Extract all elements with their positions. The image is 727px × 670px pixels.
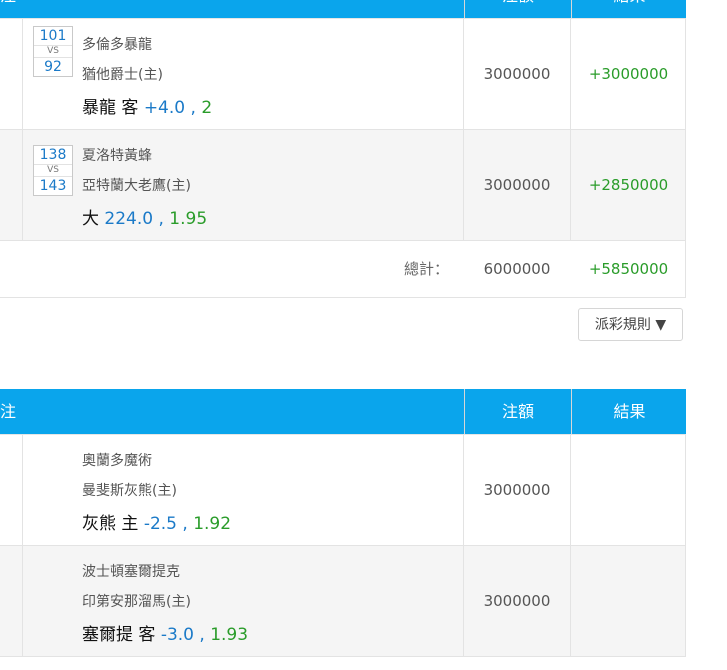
table-row: 波士頓塞爾提克 印第安那溜馬(主) 塞爾提 客 -3.0 , 1.93 3000… — [0, 546, 686, 657]
pick-line: -2.5 — [143, 514, 177, 534]
pick-odds: 1.93 — [210, 625, 249, 645]
table-row: 138 VS 143 夏洛特黃蜂 亞特蘭大老鷹(主) 大 224.0 , 1.9… — [0, 130, 686, 241]
pick-sep: , — [193, 625, 211, 645]
payout-rules-button[interactable]: 派彩規則 ▼ — [578, 308, 683, 341]
bets-table-settled: 注 注額 結果 101 VS 92 多倫多暴龍 猶他爵士(主) 暴龍 客 +4.… — [0, 0, 686, 298]
pick-label: 灰熊 主 — [82, 514, 139, 534]
pick-label: 大 — [82, 209, 99, 229]
home-team: 曼斐斯灰熊(主) — [82, 483, 177, 499]
header-amount: 注額 — [464, 0, 571, 18]
vs-label: VS — [34, 164, 72, 177]
bet-result — [571, 435, 686, 545]
pick-sep: , — [185, 98, 202, 118]
table-header: 投注 注額 結果 — [0, 389, 686, 435]
total-result: +5850000 — [588, 260, 669, 278]
game-number-bottom: 92 — [44, 59, 62, 75]
bet-result: +2850000 — [588, 176, 669, 194]
away-team: 夏洛特黃蜂 — [82, 148, 152, 164]
pick-label: 塞爾提 客 — [82, 625, 156, 645]
table-row: 奧蘭多魔術 曼斐斯灰熊(主) 灰熊 主 -2.5 , 1.92 3000000 — [0, 435, 686, 546]
home-team: 猶他爵士(主) — [82, 67, 163, 83]
header-amount: 注額 — [464, 389, 571, 434]
pick-odds: 1.95 — [169, 209, 208, 229]
bet-pick: 暴龍 客 +4.0 , 2 — [82, 93, 212, 118]
bet-pick: 塞爾提 客 -3.0 , 1.93 — [82, 620, 248, 645]
pick-sep: , — [176, 514, 194, 534]
pick-line: -3.0 — [160, 625, 194, 645]
game-number-box: 101 VS 92 — [33, 26, 73, 77]
total-row: 總計： 6000000 +5850000 — [0, 241, 686, 298]
bet-amount: 3000000 — [483, 65, 551, 83]
bet-pick: 大 224.0 , 1.95 — [82, 204, 207, 229]
total-amount: 6000000 — [483, 260, 551, 278]
vs-label: VS — [34, 45, 72, 58]
game-number-box: 138 VS 143 — [33, 145, 73, 196]
home-team: 印第安那溜馬(主) — [82, 594, 191, 610]
pick-sep: , — [153, 209, 170, 229]
table-row: 101 VS 92 多倫多暴龍 猶他爵士(主) 暴龍 客 +4.0 , 2 30… — [0, 19, 686, 130]
away-team: 波士頓塞爾提克 — [82, 564, 180, 580]
header-bet: 注 — [0, 0, 40, 18]
header-result: 結果 — [571, 0, 687, 18]
pick-odds: 1.92 — [193, 514, 232, 534]
away-team: 多倫多暴龍 — [82, 37, 152, 53]
total-label: 總計： — [403, 260, 449, 278]
game-number-top: 101 — [39, 28, 67, 44]
home-team: 亞特蘭大老鷹(主) — [82, 178, 191, 194]
pick-line: +4.0 — [143, 98, 186, 118]
bet-result: +3000000 — [588, 65, 669, 83]
bet-amount: 3000000 — [483, 592, 551, 610]
away-team: 奧蘭多魔術 — [82, 453, 152, 469]
table-header: 注 注額 結果 — [0, 0, 686, 19]
bet-amount: 3000000 — [483, 176, 551, 194]
game-number-top: 138 — [39, 147, 67, 163]
bets-table-pending: 投注 注額 結果 奧蘭多魔術 曼斐斯灰熊(主) 灰熊 主 -2.5 , 1.92… — [0, 389, 686, 657]
game-number-bottom: 143 — [39, 178, 67, 194]
bet-result — [571, 546, 686, 656]
pick-label: 暴龍 客 — [82, 98, 139, 118]
bet-pick: 灰熊 主 -2.5 , 1.92 — [82, 509, 231, 534]
header-result: 結果 — [571, 389, 687, 434]
pick-odds: 2 — [201, 98, 213, 118]
pick-line: 224.0 — [104, 209, 154, 229]
header-bet: 投注 — [0, 402, 17, 421]
bet-amount: 3000000 — [483, 481, 551, 499]
